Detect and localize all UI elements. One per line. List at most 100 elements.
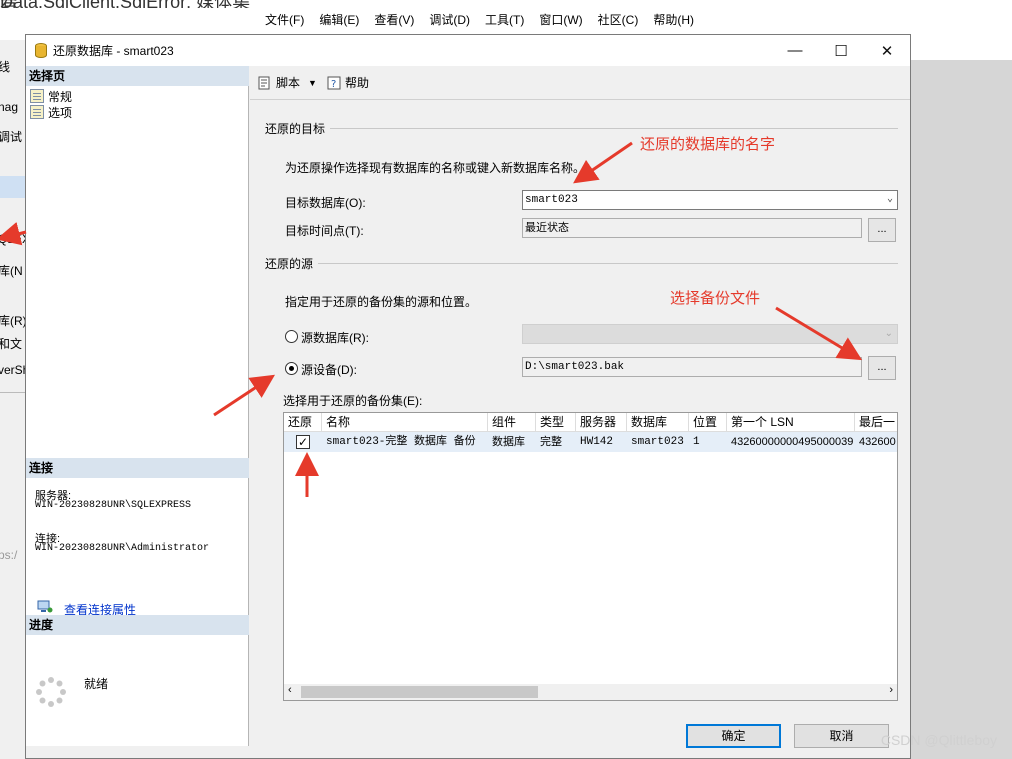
help-button[interactable]: ? 帮助 [327, 74, 369, 91]
divider [318, 263, 898, 264]
background-title-fragment: Data.SqlClient.SqlError: 媒体集有 [0, 0, 260, 8]
table-row[interactable]: smart023-完整 数据库 备份 数据库 完整 HW142 smart023… [284, 432, 897, 452]
toolbar: 脚本 ▼ ? 帮助 [250, 66, 910, 100]
server-value: WIN-20230828UNR\SQLEXPRESS [35, 500, 192, 511]
scrollbar-thumb[interactable] [301, 686, 538, 698]
select-page-header: 选择页 [26, 66, 249, 86]
bg-selection [0, 176, 25, 198]
progress-spinner-icon [36, 677, 66, 707]
script-dropdown-icon[interactable]: ▼ [308, 78, 317, 88]
script-button[interactable]: 脚本 ▼ [258, 74, 317, 91]
col-header-server[interactable]: 服务器 [576, 413, 627, 431]
annotation-db-name: 还原的数据库的名字 [640, 136, 776, 153]
left-pane: 选择页 常规 选项 连接 服务器: WIN-20230828UNR\SQLEXP… [26, 66, 249, 746]
menu-community[interactable]: 社区(C) [598, 11, 639, 28]
source-device-field: D:\smart023.bak [522, 357, 862, 377]
target-group-heading: 还原的目标 [265, 122, 326, 136]
progress-header: 进度 [26, 615, 249, 635]
bg-divider [0, 392, 25, 393]
menu-debug[interactable]: 调试(D) [429, 11, 470, 28]
page-options-label: 选项 [48, 105, 73, 120]
page-general[interactable]: 常规 [30, 88, 72, 104]
divider [330, 128, 898, 129]
background-left-panel: 线 nag 调试 QLEX 库(N 库(R) 和文 verSh ps:/ [0, 40, 25, 759]
target-time-field: 最近状态 [522, 218, 862, 238]
horizontal-scrollbar[interactable]: ‹ › [284, 684, 897, 700]
cell-database: smart023 [631, 436, 684, 448]
target-time-browse-button[interactable]: ... [868, 218, 896, 242]
progress-status: 就绪 [84, 677, 109, 691]
target-description: 为还原操作选择现有数据库的名称或键入新数据库名称。 [285, 161, 586, 175]
connection-header: 连接 [26, 458, 249, 478]
source-description: 指定用于还原的备份集的源和位置。 [285, 295, 478, 309]
page-icon [30, 89, 44, 103]
target-db-value: smart023 [525, 194, 578, 206]
dialog-title: 还原数据库 - smart023 [53, 44, 174, 58]
cell-position: 1 [693, 436, 700, 448]
connection-value: WIN-20230828UNR\Administrator [35, 543, 210, 554]
source-database-label: 源数据库(R): [301, 331, 369, 345]
script-label: 脚本 [276, 76, 301, 90]
page-icon [30, 105, 44, 119]
page-general-label: 常规 [48, 89, 73, 104]
bg-fragment: 库(N [0, 264, 23, 278]
restore-checkbox[interactable]: ✓ [296, 435, 310, 449]
target-db-combobox[interactable]: smart023 ⌄ [522, 190, 898, 210]
source-database-radio[interactable] [285, 330, 298, 343]
target-time-label: 目标时间点(T): [285, 224, 364, 238]
cell-component: 数据库 [492, 436, 525, 448]
col-header-first-lsn[interactable]: 第一个 LSN [727, 413, 855, 431]
scroll-left-icon[interactable]: ‹ [288, 684, 292, 696]
source-device-browse-button[interactable]: ... [868, 356, 896, 380]
menu-view[interactable]: 查看(V) [374, 11, 414, 28]
col-header-component[interactable]: 组件 [488, 413, 536, 431]
source-device-radio[interactable] [285, 362, 298, 375]
page-options[interactable]: 选项 [30, 104, 72, 120]
target-time-value: 最近状态 [525, 222, 569, 234]
bg-fragment: QLEX [0, 232, 25, 246]
dialog-titlebar[interactable]: 还原数据库 - smart023 — ☐ ✕ [26, 35, 910, 66]
menu-edit[interactable]: 编辑(E) [319, 11, 359, 28]
svg-text:?: ? [331, 79, 336, 90]
background-workspace [910, 60, 1012, 759]
help-label: 帮助 [344, 76, 369, 90]
menu-help[interactable]: 帮助(H) [653, 11, 694, 28]
database-icon [35, 43, 47, 58]
annotation-select-file: 选择备份文件 [670, 290, 761, 307]
ok-button[interactable]: 确定 [686, 724, 781, 748]
menu-window[interactable]: 窗口(W) [539, 11, 582, 28]
restore-database-dialog: 还原数据库 - smart023 — ☐ ✕ 选择页 常规 选项 连接 服务器:… [25, 34, 911, 759]
source-group-heading: 还原的源 [265, 257, 314, 271]
col-header-restore[interactable]: 还原 [284, 413, 322, 431]
help-icon: ? [327, 76, 341, 90]
cell-type: 完整 [540, 436, 562, 448]
bg-fragment: 调试 [0, 130, 23, 144]
col-header-position[interactable]: 位置 [689, 413, 727, 431]
cell-last-lsn: 432600 [859, 436, 896, 448]
background-menubar: 文件(F) 编辑(E) 查看(V) 调试(D) 工具(T) 窗口(W) 社区(C… [255, 6, 1012, 32]
chevron-down-icon: ⌄ [884, 328, 893, 339]
target-db-label: 目标数据库(O): [285, 196, 366, 210]
close-button[interactable]: ✕ [864, 35, 910, 66]
cell-first-lsn: 43260000000495000039 [731, 436, 854, 448]
script-icon [258, 76, 270, 89]
bg-fragment: nag [0, 100, 19, 114]
backupset-grid[interactable]: 还原 名称 组件 类型 服务器 数据库 位置 第一个 LSN 最后一 smart… [283, 412, 898, 701]
chevron-down-icon[interactable]: ⌄ [887, 191, 893, 209]
scroll-right-icon[interactable]: › [889, 684, 893, 696]
cell-server: HW142 [580, 436, 614, 448]
source-device-value: D:\smart023.bak [525, 361, 625, 373]
menu-tools[interactable]: 工具(T) [485, 11, 524, 28]
cancel-button[interactable]: 取消 [794, 724, 889, 748]
maximize-button[interactable]: ☐ [818, 35, 864, 66]
backupset-label: 选择用于还原的备份集(E): [283, 394, 423, 408]
menu-file[interactable]: 文件(F) [265, 11, 304, 28]
minimize-button[interactable]: — [772, 35, 818, 66]
col-header-database[interactable]: 数据库 [627, 413, 689, 431]
col-header-last-lsn[interactable]: 最后一 [855, 413, 897, 431]
source-device-label: 源设备(D): [301, 363, 357, 377]
bg-fragment: 和文 [0, 337, 23, 351]
col-header-type[interactable]: 类型 [536, 413, 576, 431]
col-header-name[interactable]: 名称 [322, 413, 488, 431]
bg-fragment: ps:/ [0, 548, 18, 562]
